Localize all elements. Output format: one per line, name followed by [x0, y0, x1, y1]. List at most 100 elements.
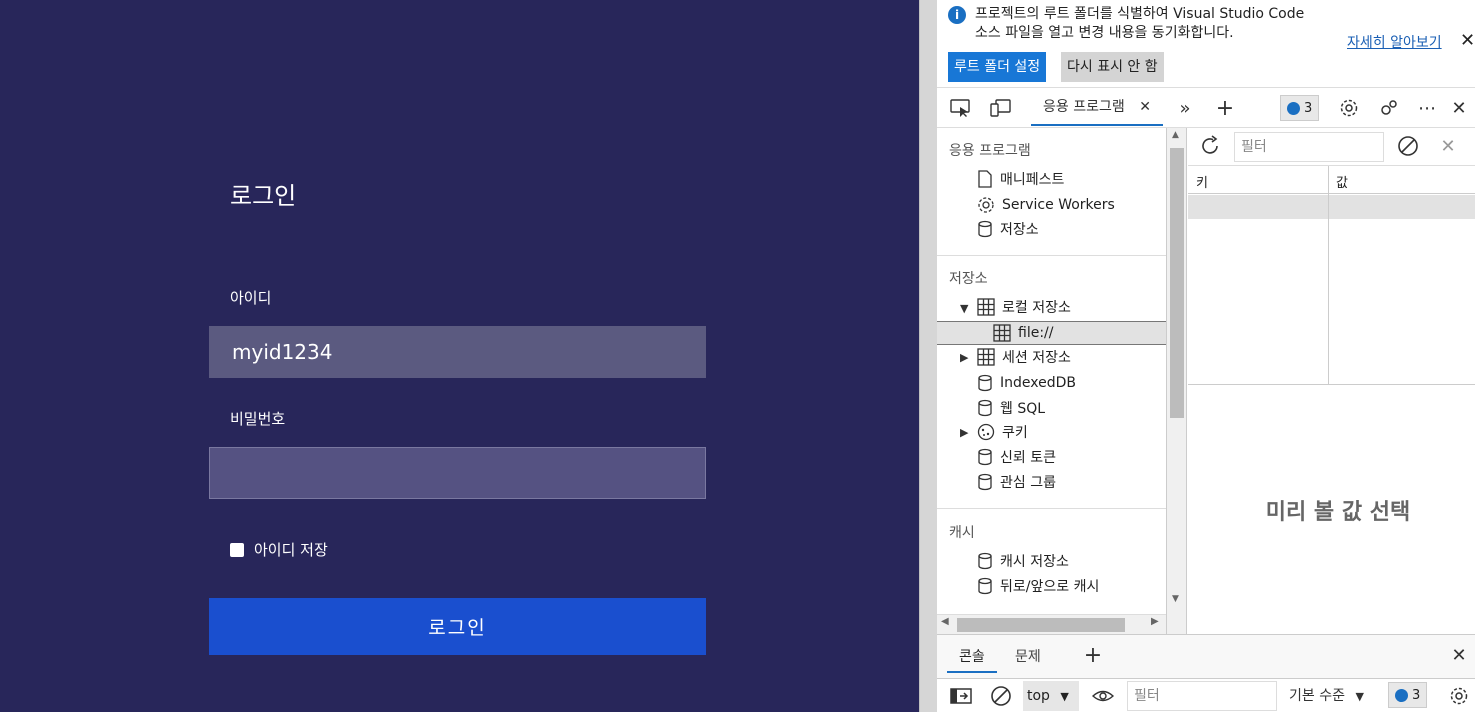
document-icon [978, 170, 992, 188]
database-icon [978, 577, 992, 595]
clear-all-icon[interactable] [1396, 134, 1420, 158]
remember-id-row[interactable]: 아이디 저장 [230, 539, 328, 560]
remember-id-label: 아이디 저장 [254, 541, 328, 559]
grid-icon [993, 324, 1011, 342]
scroll-right-icon[interactable]: ▶ [1151, 616, 1159, 627]
console-issues-badge[interactable]: 3 [1388, 682, 1428, 708]
scroll-up-icon[interactable]: ▲ [1172, 130, 1179, 140]
infobar-line1: 프로젝트의 루트 폴더를 식별하여 Visual Studio Code [975, 6, 1305, 22]
sidebar-item-label: Service Workers [1002, 197, 1115, 213]
sidebar-vertical-scrollbar[interactable]: ▲ ▼ [1167, 128, 1187, 634]
tab-application[interactable]: 응용 프로그램 ✕ [1031, 88, 1163, 126]
close-drawer-icon[interactable]: ✕ [1447, 643, 1471, 667]
sidebar-item-label: 쿠키 [1002, 425, 1028, 441]
sidebar-item-interest-groups[interactable]: 관심 그룹 [977, 470, 1056, 494]
sidebar-horizontal-scrollbar[interactable]: ◀ ▶ [937, 614, 1166, 634]
context-select[interactable]: top ▼ [1023, 681, 1079, 711]
issues-badge[interactable]: 3 [1280, 95, 1320, 121]
sidebar-item-label: IndexedDB [1000, 375, 1076, 391]
cookie-icon [977, 423, 995, 441]
issues-count: 3 [1412, 687, 1421, 703]
add-drawer-tab-icon[interactable]: + [1081, 643, 1105, 668]
issues-icon [1287, 101, 1300, 115]
sidebar-item-cache-storage[interactable]: 캐시 저장소 [977, 549, 1069, 573]
tab-console[interactable]: 콘솔 [947, 643, 997, 673]
sidebar-item-cookies[interactable]: 쿠키 [977, 420, 1028, 444]
database-icon [978, 473, 992, 491]
column-divider [1328, 166, 1329, 384]
collapsed-caret-icon[interactable]: ▶ [960, 351, 968, 364]
scroll-down-icon[interactable]: ▼ [1172, 594, 1179, 604]
console-filter-input[interactable]: 필터 [1127, 681, 1277, 711]
chevron-down-icon: ▼ [1355, 690, 1364, 703]
tab-close-icon[interactable]: ✕ [1139, 99, 1151, 115]
sidebar-item-trust-tokens[interactable]: 신뢰 토큰 [977, 445, 1056, 469]
database-icon [978, 374, 992, 392]
sidebar-item-service-workers[interactable]: Service Workers [977, 193, 1115, 217]
sidebar-item-manifest[interactable]: 매니페스트 [977, 167, 1064, 191]
clear-console-icon[interactable] [989, 684, 1013, 708]
password-input[interactable] [209, 447, 706, 499]
sidebar-item-storage[interactable]: 저장소 [977, 217, 1039, 241]
storage-filter-input[interactable]: 필터 [1234, 132, 1384, 162]
login-title: 로그인 [230, 182, 297, 210]
add-tab-icon[interactable]: + [1213, 96, 1237, 121]
pane-divider[interactable] [919, 0, 937, 712]
sidebar-item-label: 관심 그룹 [1000, 475, 1056, 491]
tab-issues[interactable]: 문제 [1003, 643, 1053, 673]
customize-icon[interactable] [1377, 96, 1401, 120]
column-value-header[interactable]: 값 [1336, 172, 1348, 191]
sidebar-item-websql[interactable]: 웹 SQL [977, 396, 1045, 420]
sidebar-item-label: 저장소 [1000, 222, 1039, 238]
log-level-select[interactable]: 기본 수준 ▼ [1289, 681, 1364, 711]
more-options-icon[interactable]: ⋯ [1415, 96, 1439, 120]
sidebar-item-local-storage[interactable]: 로컬 저장소 [977, 295, 1071, 319]
sidebar-item-label: 로컬 저장소 [1002, 300, 1071, 316]
login-button[interactable]: 로그인 [209, 598, 706, 655]
expanded-caret-icon[interactable]: ▼ [960, 302, 968, 315]
collapsed-caret-icon[interactable]: ▶ [960, 426, 968, 439]
close-devtools-icon[interactable]: ✕ [1447, 96, 1471, 120]
drawer-tab-bar: 콘솔 문제 + ✕ [937, 634, 1475, 678]
dont-show-again-button[interactable]: 다시 표시 안 함 [1061, 52, 1164, 82]
infobar: i 프로젝트의 루트 폴더를 식별하여 Visual Studio Code 소… [937, 0, 1475, 88]
refresh-icon[interactable] [1198, 134, 1222, 158]
learn-more-link[interactable]: 자세히 알아보기 [1347, 32, 1442, 52]
context-select-value: top [1027, 688, 1050, 704]
database-icon [978, 399, 992, 417]
inspect-icon[interactable] [949, 96, 973, 120]
sidebar-item-local-file[interactable]: file:// [937, 321, 1166, 345]
sidebar-toggle-icon[interactable] [949, 684, 973, 708]
console-toolbar: top ▼ 필터 기본 수준 ▼ 3 [937, 678, 1475, 712]
console-settings-gear-icon[interactable] [1447, 684, 1471, 708]
storage-table-header: 키 값 [1188, 166, 1475, 194]
column-key-header[interactable]: 키 [1196, 172, 1208, 191]
devtools-toolbar: 응용 프로그램 ✕ » + 3 ⋯ ✕ [937, 88, 1475, 128]
id-input[interactable] [209, 326, 706, 378]
section-divider [937, 255, 1166, 256]
storage-view: 필터 ✕ 키 값 미리 볼 값 선택 [1188, 128, 1475, 634]
scrollbar-thumb[interactable] [1170, 148, 1184, 418]
sidebar-item-bfcache[interactable]: 뒤로/앞으로 캐시 [977, 574, 1099, 598]
settings-gear-icon[interactable] [1337, 96, 1361, 120]
database-icon [978, 220, 992, 238]
sidebar-item-session-storage[interactable]: 세션 저장소 [977, 345, 1071, 369]
sidebar-item-indexeddb[interactable]: IndexedDB [977, 371, 1076, 395]
scroll-left-icon[interactable]: ◀ [941, 616, 949, 627]
more-tabs-icon[interactable]: » [1173, 96, 1197, 120]
sidebar-item-label: 매니페스트 [1000, 172, 1065, 188]
grid-icon [977, 348, 995, 366]
delete-selected-icon[interactable]: ✕ [1436, 134, 1460, 158]
table-row[interactable] [1188, 195, 1475, 219]
application-sidebar: 응용 프로그램 매니페스트 Service Workers 저장소 저장소 ▼ … [937, 128, 1167, 634]
sidebar-heading-storage: 저장소 [949, 271, 988, 287]
sidebar-heading-cache: 캐시 [949, 525, 975, 541]
tab-application-label: 응용 프로그램 [1043, 99, 1125, 115]
infobar-close-icon[interactable]: ✕ [1460, 30, 1475, 51]
remember-id-checkbox[interactable] [230, 542, 244, 557]
set-root-folder-button[interactable]: 루트 폴더 설정 [948, 52, 1047, 82]
scrollbar-thumb[interactable] [957, 618, 1125, 632]
device-emulation-icon[interactable] [989, 96, 1013, 120]
live-expression-eye-icon[interactable] [1091, 684, 1115, 708]
info-icon: i [948, 6, 966, 24]
